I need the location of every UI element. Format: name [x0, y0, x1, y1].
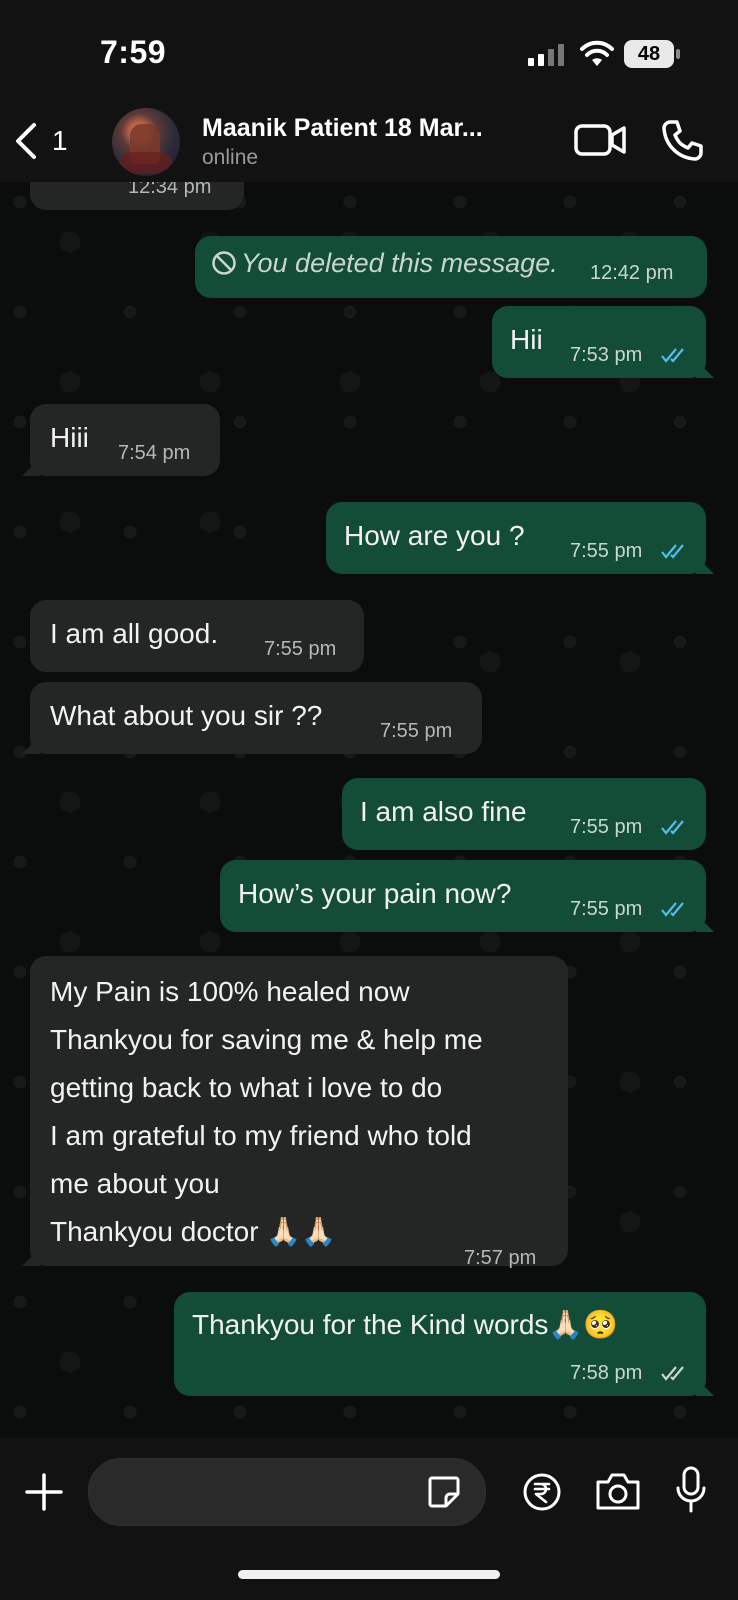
- home-indicator[interactable]: [238, 1570, 500, 1579]
- status-time: 7:59: [100, 34, 167, 70]
- read-receipt-icon: [661, 544, 684, 559]
- message-incoming[interactable]: I am all good. 7:55 pm: [30, 600, 364, 672]
- message-time: 7:55 pm: [380, 720, 453, 742]
- message-outgoing[interactable]: How are you ? 7:55 pm: [326, 502, 706, 574]
- message-text: How’s your pain now?: [238, 878, 512, 909]
- chat-area[interactable]: 12:34 pm You deleted this message. 12:42…: [0, 182, 738, 1438]
- message-incoming[interactable]: 12:34 pm: [30, 182, 244, 210]
- message-text: How are you ?: [344, 520, 525, 551]
- voice-call-icon[interactable]: [660, 118, 704, 162]
- status-bar: 7:59 48: [0, 0, 738, 100]
- rupee-payment-icon[interactable]: [522, 1472, 562, 1512]
- message-line: Thankyou doctor 🙏🏻🙏🏻: [50, 1216, 337, 1247]
- message-incoming[interactable]: Hiii 7:54 pm: [30, 404, 220, 476]
- battery-indicator: 48: [624, 40, 680, 68]
- message-line: getting back to what i love to do: [50, 1072, 443, 1103]
- message-time: 7:55 pm: [570, 898, 643, 920]
- message-time: 7:55 pm: [264, 638, 337, 660]
- deleted-message-icon: [212, 251, 236, 275]
- message-text: You deleted this message.: [241, 248, 558, 278]
- message-text: Hii: [510, 324, 543, 355]
- sticker-icon[interactable]: [426, 1474, 462, 1510]
- read-receipt-icon: [661, 348, 684, 363]
- message-text: I am also fine: [360, 796, 527, 827]
- message-time: 7:53 pm: [570, 344, 643, 366]
- camera-icon[interactable]: [594, 1470, 642, 1512]
- microphone-icon[interactable]: [674, 1466, 708, 1514]
- chat-header: 1 Maanik Patient 18 Mar... online: [0, 100, 738, 183]
- message-outgoing[interactable]: Thankyou for the Kind words🙏🏻🥺 7:58 pm: [174, 1292, 706, 1396]
- message-text: What about you sir ??: [50, 700, 323, 731]
- delivered-receipt-icon: [661, 1366, 684, 1381]
- wifi-icon: [580, 40, 614, 66]
- contact-avatar[interactable]: [112, 108, 180, 176]
- back-button[interactable]: 1: [12, 118, 82, 164]
- cellular-signal-icon: [528, 44, 564, 66]
- message-text: My Pain is 100% healed now Thankyou for …: [50, 968, 483, 1256]
- unread-count: 1: [52, 125, 68, 156]
- read-receipt-icon: [661, 820, 684, 835]
- message-time: 12:34 pm: [128, 182, 212, 198]
- message-time: 7:54 pm: [118, 442, 191, 464]
- contact-name[interactable]: Maanik Patient 18 Mar...: [202, 114, 483, 143]
- message-time: 7:55 pm: [570, 540, 643, 562]
- message-time: 7:58 pm: [570, 1362, 643, 1384]
- video-call-icon[interactable]: [574, 120, 626, 160]
- message-outgoing[interactable]: How’s your pain now? 7:55 pm: [220, 860, 706, 932]
- message-line: me about you: [50, 1168, 220, 1199]
- message-incoming[interactable]: What about you sir ?? 7:55 pm: [30, 682, 482, 754]
- message-text: Thankyou for the Kind words🙏🏻🥺: [192, 1309, 619, 1340]
- contact-status: online: [202, 146, 259, 169]
- message-outgoing[interactable]: Hii 7:53 pm: [492, 306, 706, 378]
- message-line: I am grateful to my friend who told: [50, 1120, 472, 1151]
- message-text: I am all good.: [50, 618, 219, 649]
- message-incoming[interactable]: My Pain is 100% healed now Thankyou for …: [30, 956, 568, 1269]
- message-time: 7:57 pm: [464, 1247, 537, 1269]
- message-time: 12:42 pm: [590, 262, 674, 284]
- back-chevron-icon: [16, 123, 36, 159]
- message-outgoing-deleted[interactable]: You deleted this message. 12:42 pm: [195, 236, 707, 298]
- plus-icon[interactable]: [24, 1472, 64, 1512]
- message-time: 7:55 pm: [570, 816, 643, 838]
- read-receipt-icon: [661, 902, 684, 917]
- message-outgoing[interactable]: I am also fine 7:55 pm: [342, 778, 706, 850]
- message-line: My Pain is 100% healed now: [50, 976, 410, 1007]
- message-line: Thankyou for saving me & help me: [50, 1024, 483, 1055]
- message-text: Hiii: [50, 422, 89, 453]
